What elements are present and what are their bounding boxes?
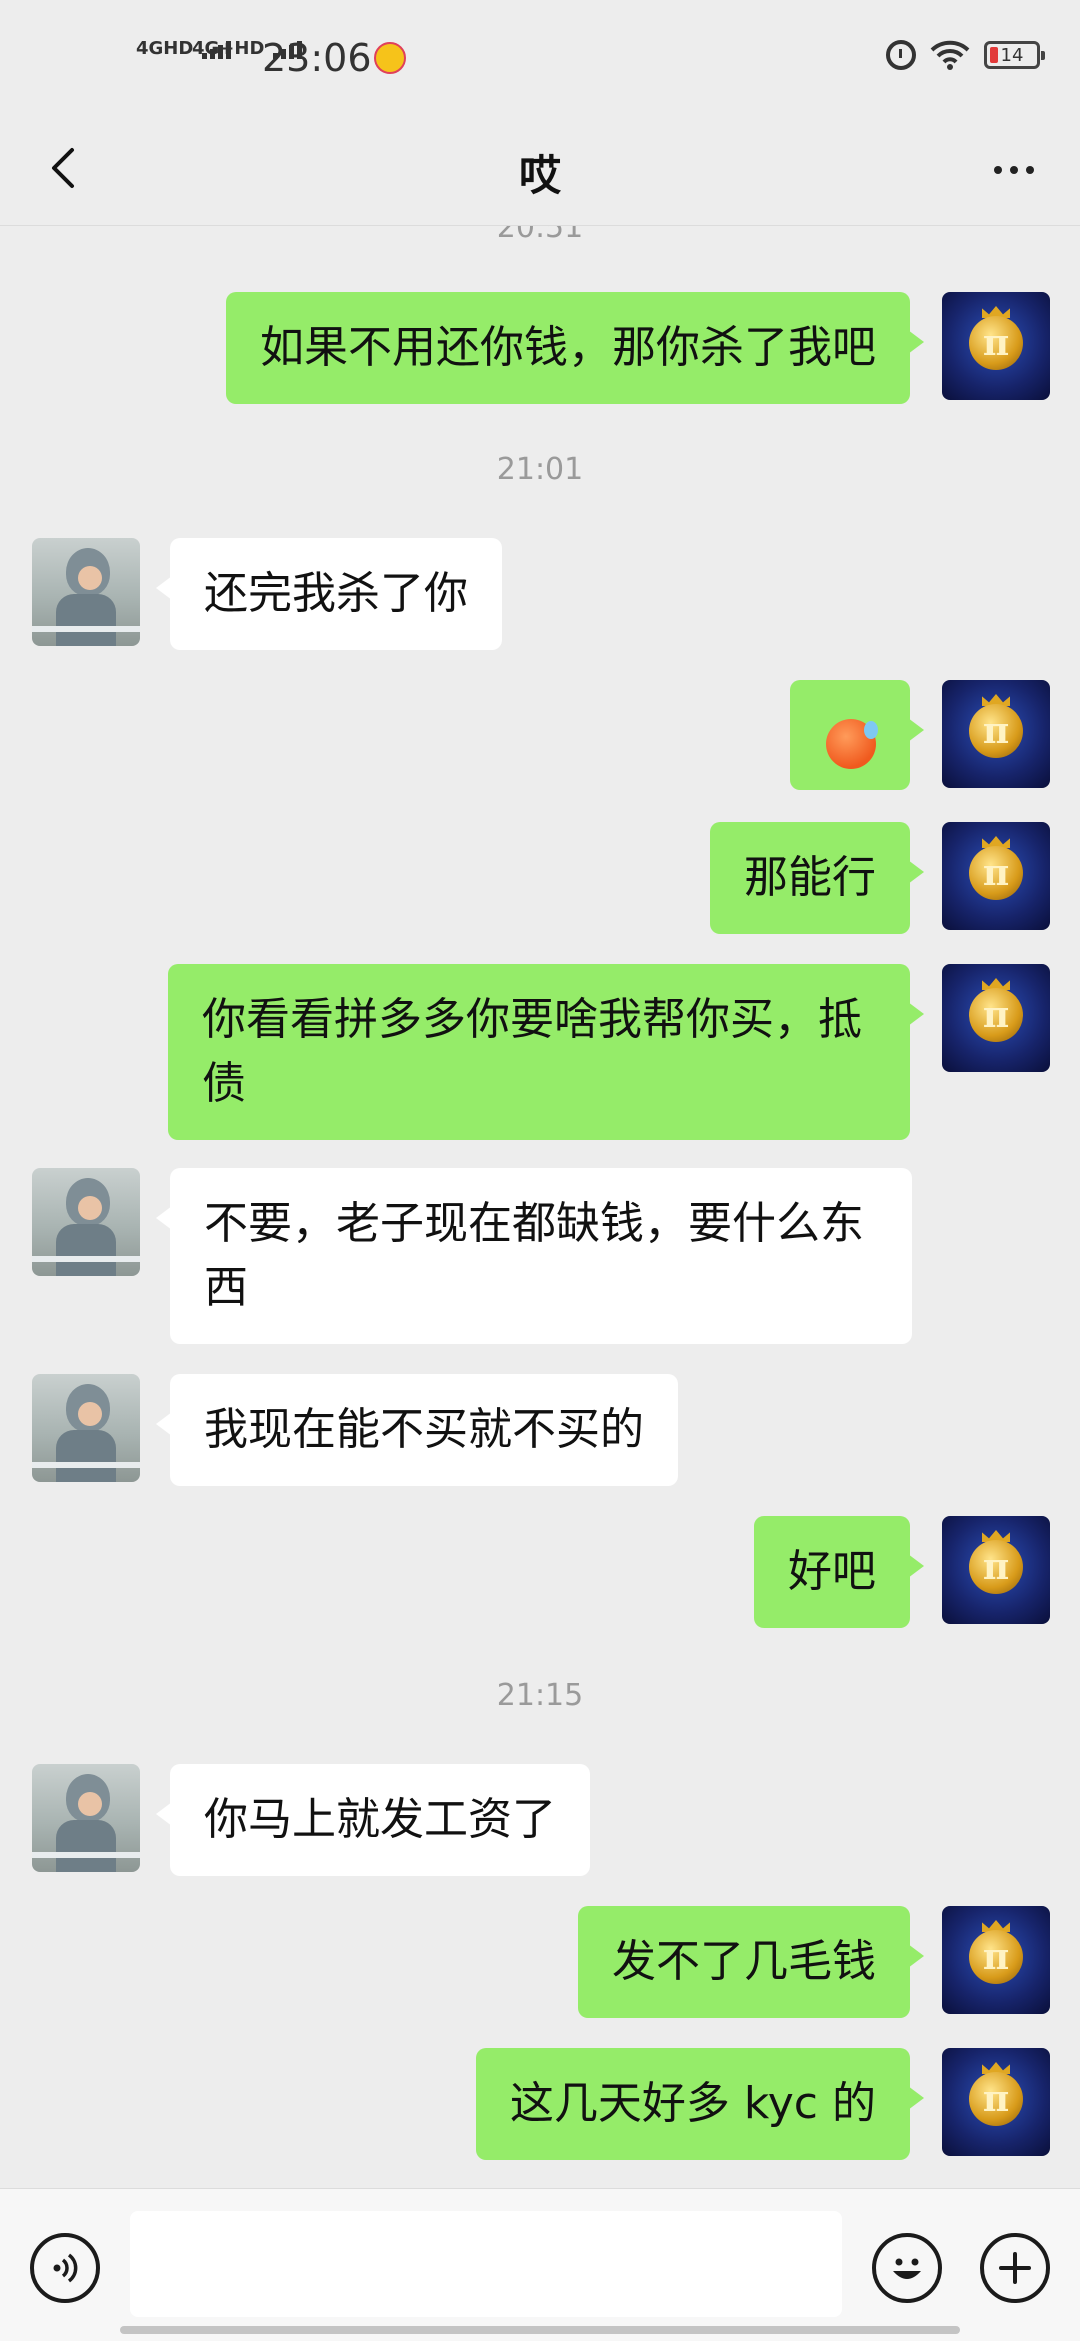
message-text: 发不了几毛钱 bbox=[612, 1936, 876, 1987]
signal-2-label: 4G+HD bbox=[192, 38, 265, 59]
more-button[interactable] bbox=[984, 140, 1044, 200]
my-message-bubble[interactable]: 那能行 bbox=[710, 822, 924, 934]
message-text: 好吧 bbox=[788, 1546, 876, 1597]
wifi-icon bbox=[930, 40, 970, 70]
message-text: 这几天好多 kyc 的 bbox=[509, 2078, 876, 2129]
battery-level: 14 bbox=[1000, 44, 1024, 66]
timestamp: 21:01 bbox=[496, 452, 584, 487]
contact-message-bubble[interactable]: 还完我杀了你 bbox=[156, 538, 502, 650]
signal-1-label: 4GHD bbox=[136, 38, 194, 59]
message-text: 你看看拼多多你要啥我帮你买，抵债 bbox=[202, 994, 862, 1109]
home-indicator bbox=[120, 2326, 960, 2334]
my-message-bubble[interactable]: 这几天好多 kyc 的 bbox=[475, 2048, 925, 2160]
message-text: 那能行 bbox=[744, 852, 876, 903]
message-text: 如果不用还你钱，那你杀了我吧 bbox=[260, 322, 876, 373]
status-time: 23:06 bbox=[262, 36, 372, 80]
contact-message-bubble[interactable]: 不要，老子现在都缺钱，要什么东西 bbox=[156, 1168, 912, 1344]
app-notification-icon bbox=[374, 42, 406, 74]
my-avatar[interactable]: π bbox=[942, 1516, 1050, 1624]
my-message-bubble[interactable]: 如果不用还你钱，那你杀了我吧 bbox=[226, 292, 924, 404]
message-input[interactable] bbox=[130, 2211, 842, 2317]
voice-button[interactable] bbox=[30, 2233, 100, 2303]
contact-avatar[interactable] bbox=[32, 1374, 140, 1482]
contact-avatar[interactable] bbox=[32, 1764, 140, 1872]
message-text: 还完我杀了你 bbox=[204, 568, 468, 619]
more-dots-icon bbox=[994, 166, 1002, 174]
my-avatar[interactable]: π bbox=[942, 680, 1050, 788]
my-avatar[interactable]: π bbox=[942, 2048, 1050, 2156]
input-bar bbox=[0, 2188, 1080, 2341]
voice-icon bbox=[53, 2253, 78, 2283]
alarm-icon bbox=[886, 40, 916, 70]
plus-icon bbox=[999, 2252, 1031, 2284]
my-avatar[interactable]: π bbox=[942, 822, 1050, 930]
contact-message-bubble[interactable]: 你马上就发工资了 bbox=[156, 1764, 590, 1876]
contact-avatar[interactable] bbox=[32, 538, 140, 646]
emoji-button[interactable] bbox=[872, 2233, 942, 2303]
message-text: 你马上就发工资了 bbox=[204, 1794, 556, 1845]
contact-avatar[interactable] bbox=[32, 1168, 140, 1276]
chat-header: 哎 bbox=[0, 120, 1080, 226]
timestamp: 20:51 bbox=[496, 226, 584, 245]
chat-title: 哎 bbox=[518, 151, 561, 200]
sweat-emoji-icon bbox=[826, 719, 878, 769]
my-avatar[interactable]: π bbox=[942, 292, 1050, 400]
battery-icon: 14 bbox=[984, 41, 1045, 69]
contact-message-bubble[interactable]: 我现在能不买就不买的 bbox=[156, 1374, 678, 1486]
emoji-icon bbox=[893, 2258, 921, 2279]
my-message-bubble[interactable]: 好吧 bbox=[754, 1516, 924, 1628]
status-bar: 4GHD 4G+HD 23:06 14 bbox=[0, 0, 1080, 120]
plus-button[interactable] bbox=[980, 2233, 1050, 2303]
my-message-bubble[interactable] bbox=[790, 680, 924, 790]
message-text: 我现在能不买就不买的 bbox=[204, 1404, 644, 1455]
my-avatar[interactable]: π bbox=[942, 1906, 1050, 2014]
my-avatar[interactable]: π bbox=[942, 964, 1050, 1072]
my-message-bubble[interactable]: 发不了几毛钱 bbox=[578, 1906, 924, 2018]
timestamp: 21:15 bbox=[496, 1678, 584, 1713]
message-text: 不要，老子现在都缺钱，要什么东西 bbox=[204, 1198, 864, 1313]
my-message-bubble[interactable]: 你看看拼多多你要啥我帮你买，抵债 bbox=[168, 964, 924, 1140]
message-list[interactable]: 20:51 π 如果不用还你钱，那你杀了我吧 21:01 还完我杀了你 π π … bbox=[0, 226, 1080, 2186]
